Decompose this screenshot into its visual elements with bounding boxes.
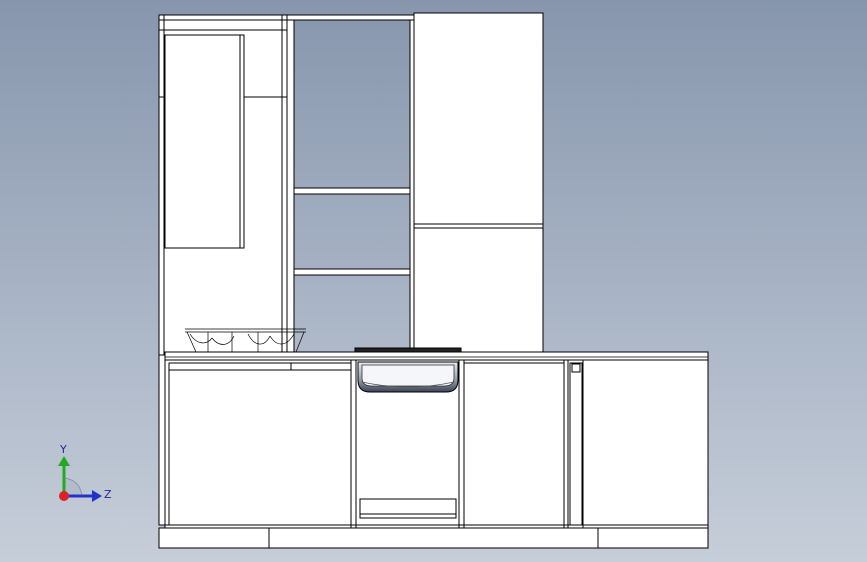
open-shelf-unit: [286, 14, 417, 356]
z-axis-label: Z: [104, 488, 112, 501]
sink-bowl: [357, 361, 459, 393]
y-axis-label: Y: [59, 443, 67, 456]
kitchen-cabinet-model[interactable]: [0, 0, 867, 562]
right-tall-cabinet: [413, 12, 544, 354]
cad-viewport[interactable]: Y Z: [0, 0, 867, 562]
x-axis-icon: [59, 491, 69, 501]
orientation-triad[interactable]: Y Z: [46, 438, 118, 510]
upper-wall-cabinet-door: [164, 34, 245, 249]
plinth: [158, 527, 709, 549]
